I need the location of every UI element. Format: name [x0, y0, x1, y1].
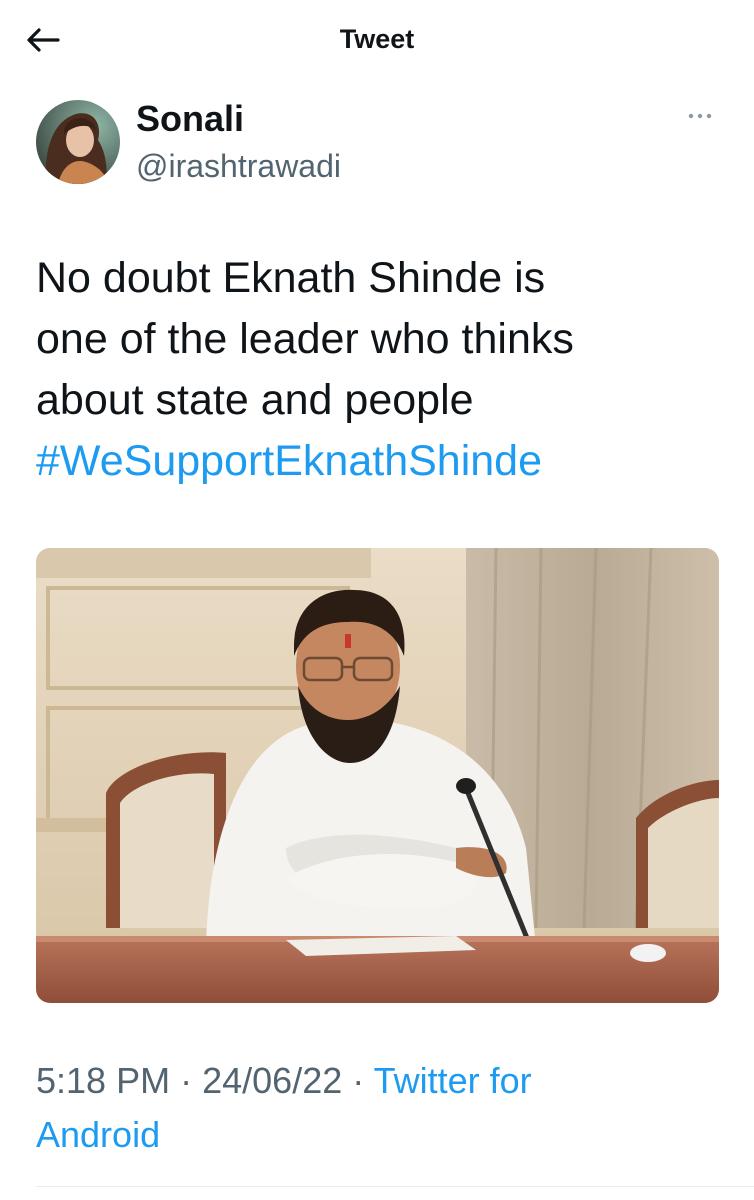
separator-dot: · [352, 1060, 365, 1101]
top-bar: Tweet [0, 0, 754, 82]
divider [36, 1186, 754, 1187]
tweet-date: 24/06/22 [202, 1060, 343, 1101]
more-options-button[interactable] [680, 104, 720, 128]
more-dots-icon [688, 113, 712, 119]
tweet-time: 5:18 PM [36, 1060, 171, 1101]
tweet-source-line1: Twitter for [373, 1060, 532, 1101]
avatar[interactable] [36, 100, 120, 184]
tweet-text: No doubt Eknath Shinde is one of the lea… [36, 248, 736, 492]
separator-dot: · [180, 1060, 193, 1101]
tweet-text-line: about state and people [36, 376, 474, 424]
tweet-text-line: No doubt Eknath Shinde is [36, 254, 546, 302]
hashtag-link[interactable]: #WeSupportEknathShinde [36, 431, 736, 492]
author-handle[interactable]: @irashtrawadi [136, 148, 341, 185]
tweet-media-image[interactable] [36, 548, 719, 1003]
author-display-name[interactable]: Sonali [136, 98, 244, 140]
tweet-source-line2: Android [36, 1114, 161, 1155]
page-title: Tweet [339, 24, 415, 54]
tweet-text-line: one of the leader who thinks [36, 315, 574, 363]
tweet-meta: 5:18 PM · 24/06/22 · Twitter for Android [36, 1054, 726, 1162]
